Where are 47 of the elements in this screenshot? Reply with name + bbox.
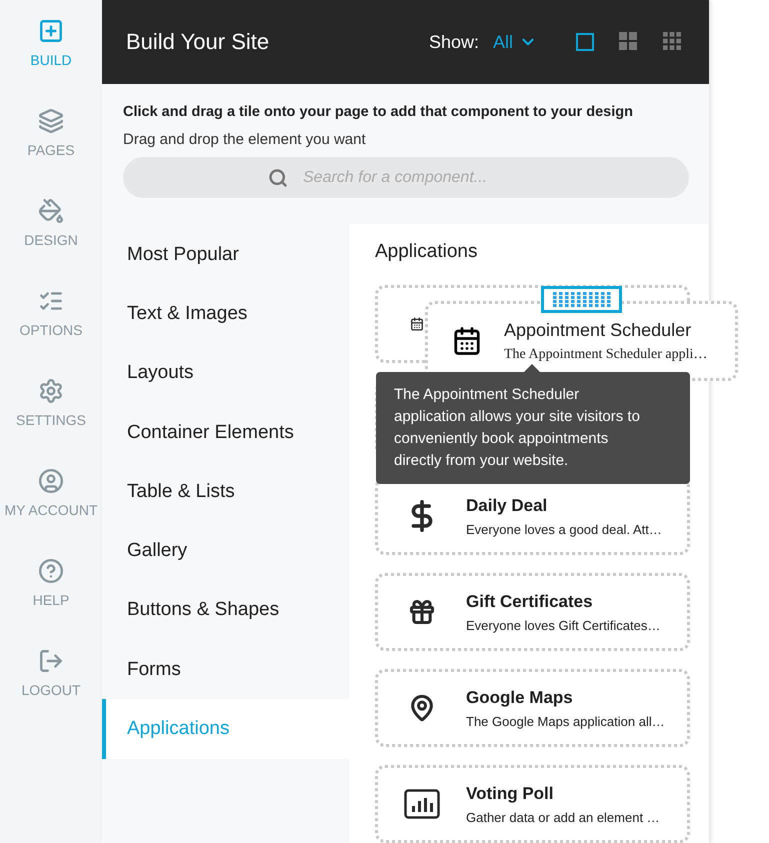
category-item[interactable]: Text & Images xyxy=(102,284,349,344)
tooltip-arrow-icon xyxy=(524,364,540,372)
tile-description: Everyone loves a good deal. Att… xyxy=(466,522,662,536)
category-item[interactable]: Table & Lists xyxy=(102,462,349,522)
user-circle-icon xyxy=(38,468,64,494)
category-item[interactable]: Container Elements xyxy=(102,402,349,462)
calendar-icon xyxy=(452,326,482,356)
tile-description: The Appointment Scheduler appli… xyxy=(504,346,708,362)
search-field[interactable]: Search for a component... xyxy=(123,157,689,198)
show-label: Show: xyxy=(428,32,479,52)
view-mode-button[interactable] xyxy=(573,30,597,54)
tile-title: Gift Certificates xyxy=(466,592,594,612)
drag-handle[interactable] xyxy=(541,286,622,313)
category-item[interactable]: Gallery xyxy=(102,521,349,581)
show-filter-dropdown[interactable]: All xyxy=(492,32,537,52)
tile-description: Gather data or add an element … xyxy=(466,810,660,824)
category-item[interactable]: Buttons & Shapes xyxy=(102,580,349,640)
logout-icon xyxy=(38,648,64,674)
tile-title: Daily Deal xyxy=(466,496,548,516)
tile-title: Appointment Scheduler xyxy=(504,320,692,340)
tile-description: Everyone loves Gift Certificates… xyxy=(466,618,660,632)
category-item[interactable]: Forms xyxy=(102,640,349,700)
add-square-icon xyxy=(38,18,64,44)
square-view-icon xyxy=(576,33,594,51)
category-item[interactable]: Most Popular xyxy=(102,225,349,284)
settings-icon xyxy=(38,378,64,404)
component-tile[interactable]: Gift Certificates Everyone loves Gift Certificates… xyxy=(375,573,690,651)
section-heading: Applications xyxy=(375,241,478,263)
bar-chart-icon xyxy=(404,789,440,819)
component-tile[interactable]: Google Maps The Google Maps application all… xyxy=(375,669,690,747)
search-icon xyxy=(268,168,288,188)
instruction-text: Click and drag a tile onto your page to add that component to your design xyxy=(123,104,634,120)
category-item[interactable]: Layouts xyxy=(102,344,349,403)
tile-title: Voting Poll xyxy=(466,784,555,804)
component-tile[interactable]: Voting Poll Gather data or add an element … xyxy=(375,765,690,843)
dense-grid-view-icon xyxy=(663,32,683,52)
tile-description: The Google Maps application all… xyxy=(466,714,665,728)
tile-title: Google Maps xyxy=(466,688,574,708)
gift-icon xyxy=(408,598,436,626)
hint-text: Drag and drop the element you want xyxy=(123,131,367,148)
map-pin-icon xyxy=(408,694,436,722)
paint-bucket-icon xyxy=(38,198,64,224)
panel-title: Build Your Site xyxy=(126,29,270,55)
layers-icon xyxy=(38,108,64,134)
help-icon xyxy=(38,558,64,584)
grid-view-icon xyxy=(619,32,639,52)
dotted-grip-icon xyxy=(552,292,610,307)
